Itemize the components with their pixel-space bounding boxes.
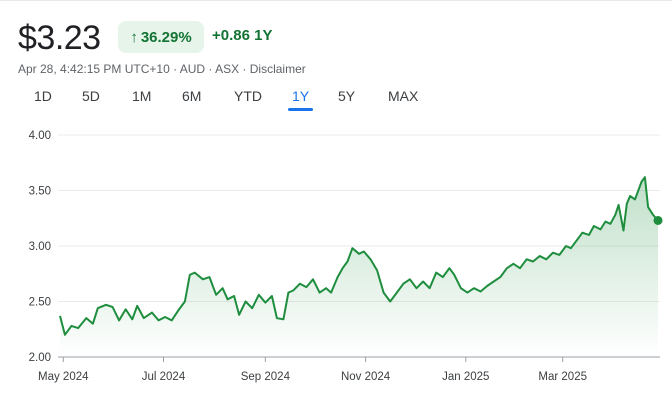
x-axis-labels: May 2024 Jul 2024 Sep 2024 Nov 2024 Jan 2025…: [38, 357, 587, 383]
tab-active-underline: [288, 108, 314, 111]
y-tick-label: 2.00: [29, 352, 51, 364]
x-tick-label: Mar 2025: [538, 371, 587, 383]
y-tick-label: 4.00: [29, 130, 51, 142]
change-percent: 36.29%: [140, 28, 192, 46]
tab-6m[interactable]: 6M: [182, 86, 201, 106]
arrow-up-icon: ↑: [130, 28, 138, 46]
y-tick-label: 3.50: [29, 186, 51, 198]
x-tick-label: Sep 2024: [241, 371, 291, 383]
y-tick-label: 3.00: [29, 241, 51, 253]
tab-ytd[interactable]: YTD: [234, 86, 262, 106]
current-price: $3.23: [18, 19, 101, 57]
tab-5d[interactable]: 5D: [82, 86, 100, 106]
quote-meta: Apr 28, 4:42:15 PM UTC+10 · AUD · ASX · …: [18, 62, 306, 76]
tab-1d[interactable]: 1D: [34, 86, 52, 106]
change-value: +0.86 1Y: [212, 27, 273, 44]
x-tick-label: Jan 2025: [442, 371, 489, 383]
tab-max[interactable]: MAX: [388, 86, 418, 106]
y-axis-labels: 4.00 3.50 3.00 2.50 2.00: [29, 130, 51, 364]
price-area-fill: [60, 177, 658, 357]
y-tick-label: 2.50: [29, 297, 51, 309]
tab-1m[interactable]: 1M: [132, 86, 151, 106]
tab-5y[interactable]: 5Y: [338, 86, 355, 106]
x-tick-label: May 2024: [38, 371, 89, 383]
change-percent-badge: ↑ 36.29%: [118, 21, 204, 53]
top-divider: [0, 0, 672, 1]
price-chart[interactable]: 4.00 3.50 3.00 2.50 2.00 May 2024 Jul 2024 Sep…: [0, 120, 672, 400]
last-price-point: [653, 215, 663, 225]
x-tick-label: Jul 2024: [142, 371, 186, 383]
x-tick-label: Nov 2024: [341, 371, 391, 383]
tab-1y[interactable]: 1Y: [288, 86, 314, 111]
